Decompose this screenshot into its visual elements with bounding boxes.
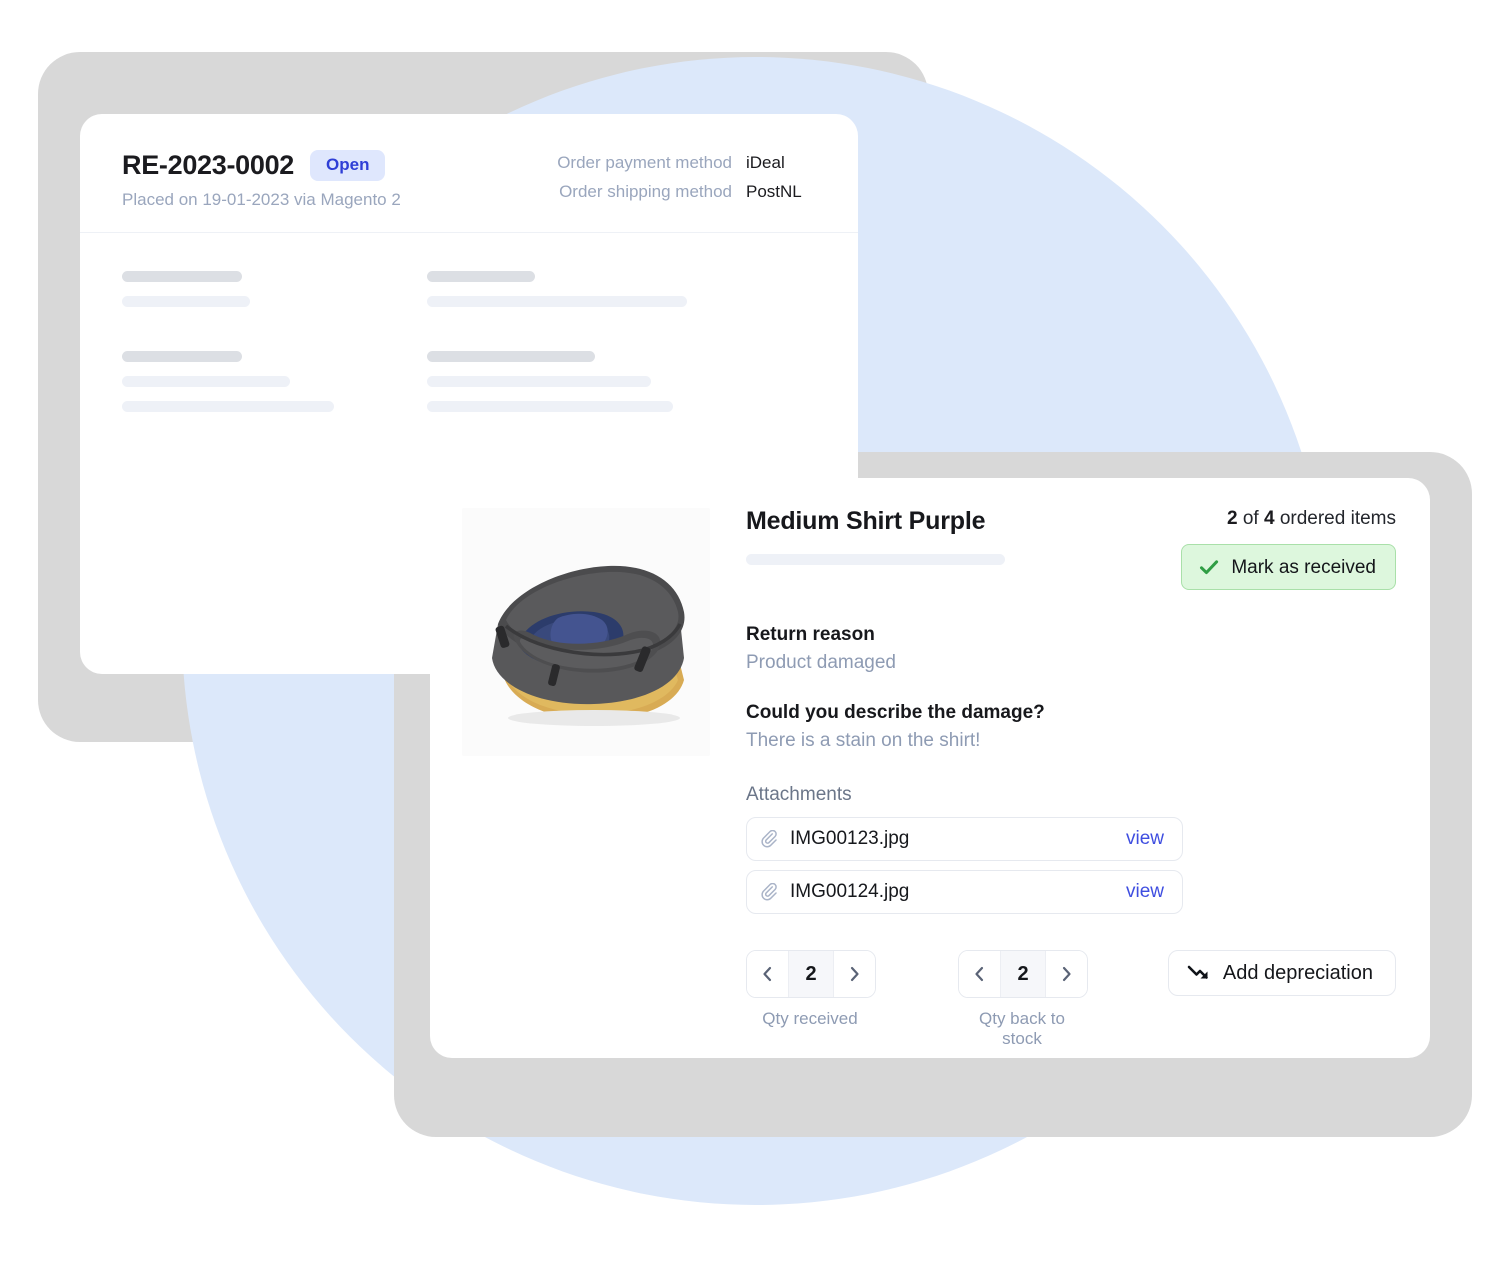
qty-back-to-stock-stepper: 2 [958, 950, 1088, 998]
qty-received-caption: Qty received [762, 1009, 858, 1028]
ordered-items-suffix: ordered items [1279, 508, 1396, 529]
damage-question-label: Could you describe the damage? [746, 702, 1045, 723]
item-footer-controls: 2 Qty received 2 Qty back to stock Add d… [746, 950, 1396, 1049]
skeleton-bar [122, 271, 242, 282]
chevron-right-icon [1062, 966, 1071, 982]
chevron-right-icon [850, 966, 859, 982]
return-reason-value: Product damaged [746, 652, 896, 673]
return-id-row: RE-2023-0002 Open [122, 150, 401, 181]
qty-received-increment-button[interactable] [834, 951, 875, 997]
order-shipping-method-label: Order shipping method [559, 182, 732, 201]
return-reason-block: Return reason Product damaged [746, 624, 1396, 674]
attachment-info: IMG00123.jpg [761, 828, 909, 850]
return-id: RE-2023-0002 [122, 150, 295, 180]
qty-back-to-stock-increment-button[interactable] [1046, 951, 1087, 997]
qty-received-decrement-button[interactable] [747, 951, 788, 997]
skeleton-bar [427, 296, 687, 307]
return-header-left: RE-2023-0002 Open Placed on 19-01-2023 v… [122, 150, 401, 210]
attachment-filename: IMG00123.jpg [790, 828, 910, 849]
return-card-skeleton-body [80, 233, 858, 456]
order-shipping-method-value: PostNL [746, 182, 802, 201]
skeleton-group [427, 271, 732, 307]
attachments-section: Attachments IMG00123.jpg view IMG00124.j… [746, 784, 1396, 914]
attachments-title: Attachments [746, 784, 852, 805]
status-badge[interactable]: Open [310, 150, 386, 181]
product-thumbnail [462, 508, 710, 756]
item-card-body: Medium Shirt Purple 2 of 4 ordered items [462, 507, 1396, 1049]
order-payment-method-row: Order payment method iDeal [557, 153, 816, 173]
qty-received-group: 2 Qty received [746, 950, 876, 1029]
skeleton-group [427, 351, 732, 412]
count-separator: of [1242, 508, 1259, 529]
skeleton-group [122, 351, 427, 412]
return-placed-info: Placed on 19-01-2023 via Magento 2 [122, 190, 401, 209]
qty-back-to-stock-decrement-button[interactable] [959, 951, 1000, 997]
item-header-actions: 2 of 4 ordered items Mark as received [1181, 508, 1396, 590]
chevron-left-icon [763, 966, 772, 982]
skeleton-bar [427, 376, 651, 387]
return-item-card: Medium Shirt Purple 2 of 4 ordered items [430, 478, 1430, 1058]
order-payment-method-label: Order payment method [557, 153, 732, 172]
order-shipping-method-row: Order shipping method PostNL [557, 182, 816, 202]
qty-received-value[interactable]: 2 [788, 951, 834, 997]
attachment-row[interactable]: IMG00123.jpg view [746, 817, 1183, 861]
trend-down-icon [1187, 965, 1208, 979]
product-title: Medium Shirt Purple [746, 507, 986, 535]
qty-received-stepper: 2 [746, 950, 876, 998]
chevron-left-icon [975, 966, 984, 982]
return-reason-label: Return reason [746, 624, 875, 645]
total-count: 4 [1263, 508, 1275, 529]
mark-as-received-button[interactable]: Mark as received [1181, 544, 1396, 590]
paperclip-icon [761, 829, 777, 847]
order-payment-method-value: iDeal [746, 153, 785, 172]
attachment-view-link[interactable]: view [1126, 881, 1164, 903]
qty-back-to-stock-group: 2 Qty back to stock [958, 950, 1088, 1049]
qty-back-to-stock-caption: Qty back to stock [979, 1009, 1065, 1048]
skeleton-bar [427, 351, 595, 362]
qty-back-to-stock-value[interactable]: 2 [1000, 951, 1046, 997]
skeleton-column-right [427, 271, 732, 456]
skeleton-bar [427, 401, 673, 412]
item-header-row: Medium Shirt Purple 2 of 4 ordered items [746, 507, 1396, 590]
skeleton-bar [427, 271, 535, 282]
add-depreciation-button[interactable]: Add depreciation [1167, 950, 1396, 996]
attachment-row[interactable]: IMG00124.jpg view [746, 870, 1183, 914]
skeleton-bar [122, 401, 334, 412]
item-details: Medium Shirt Purple 2 of 4 ordered items [746, 507, 1396, 1049]
skeleton-column-left [122, 271, 427, 456]
attachment-filename: IMG00124.jpg [790, 881, 910, 902]
return-header-meta: Order payment method iDeal Order shippin… [557, 150, 816, 202]
mark-as-received-label: Mark as received [1231, 556, 1376, 578]
skeleton-group [122, 271, 427, 307]
skeleton-bar [122, 376, 290, 387]
ordered-items-count: 2 of 4 ordered items [1181, 508, 1396, 530]
check-icon [1200, 560, 1219, 575]
product-subtitle-skeleton [746, 553, 1005, 565]
paperclip-icon [761, 882, 777, 900]
attachment-info: IMG00124.jpg [761, 881, 909, 903]
attachment-view-link[interactable]: view [1126, 828, 1164, 850]
add-depreciation-label: Add depreciation [1222, 961, 1373, 984]
skeleton-bar [122, 296, 250, 307]
return-card-header: RE-2023-0002 Open Placed on 19-01-2023 v… [80, 114, 858, 233]
packing-cube-image [462, 508, 710, 756]
damage-description-block: Could you describe the damage? There is … [746, 702, 1396, 752]
skeleton-bar [122, 351, 242, 362]
received-count: 2 [1226, 508, 1238, 529]
damage-question-value: There is a stain on the shirt! [746, 730, 981, 751]
item-title-block: Medium Shirt Purple [746, 507, 1005, 565]
